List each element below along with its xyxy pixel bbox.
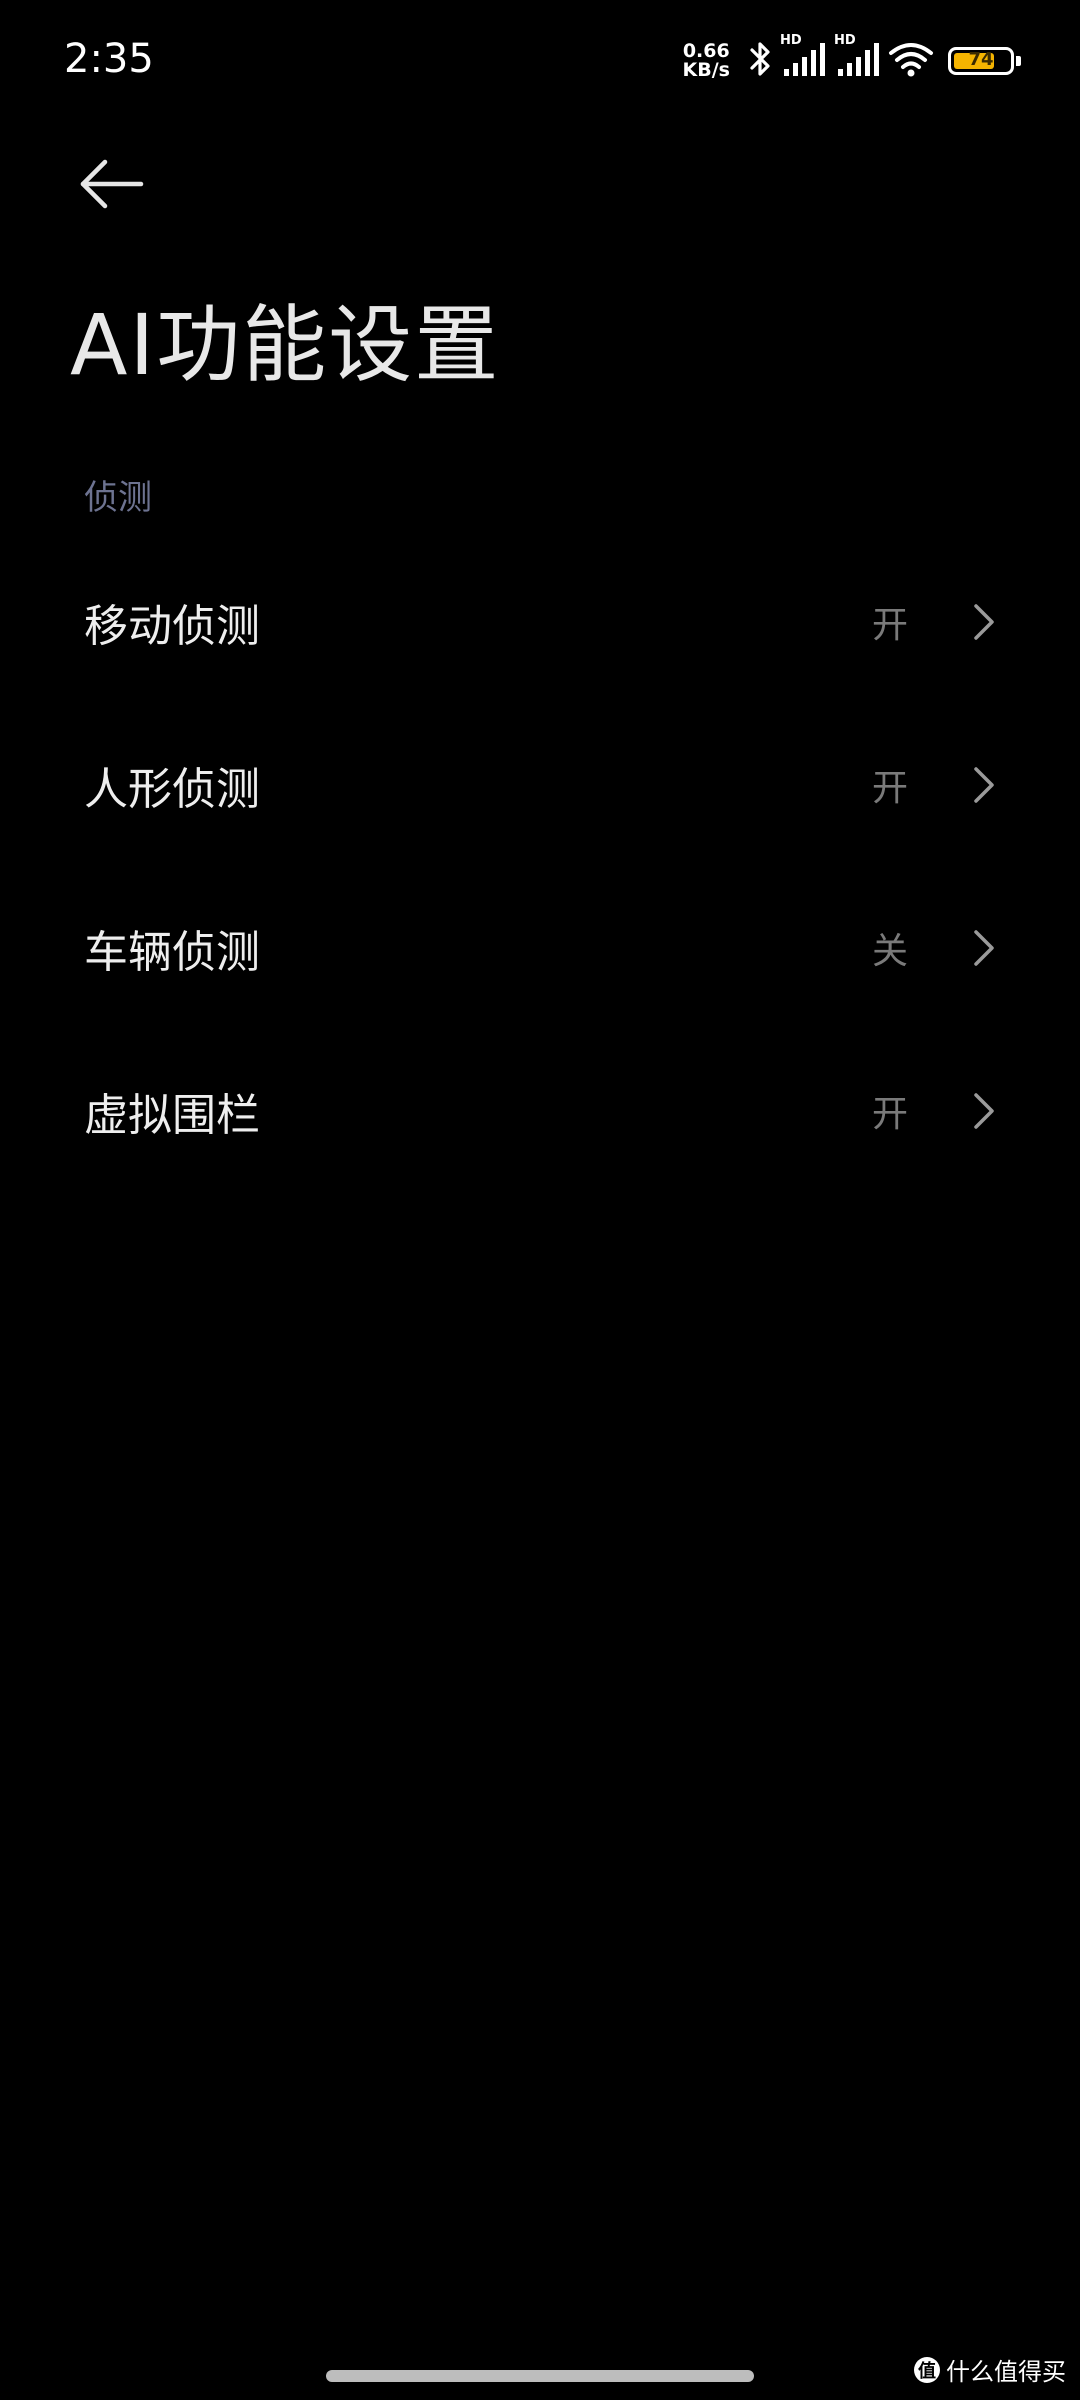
arrow-left-icon <box>80 159 144 209</box>
chevron-right-icon <box>974 929 994 966</box>
status-bar: 2:35 0.66 KB/s HD HD 74 <box>0 0 1080 130</box>
wifi-icon <box>888 39 934 83</box>
chevron-right-icon <box>974 603 994 640</box>
cellular-signal-icon: HD <box>834 33 882 83</box>
settings-list: 移动侦测 开 人形侦测 开 车辆侦测 关 虚拟围栏 开 <box>0 540 1080 1192</box>
setting-row-vehicle-detection[interactable]: 车辆侦测 关 <box>0 866 1080 1029</box>
chevron-right-icon <box>974 1092 994 1129</box>
setting-row-human-detection[interactable]: 人形侦测 开 <box>0 703 1080 866</box>
watermark-text: 什么值得买 <box>946 2358 1066 2386</box>
status-icons: 0.66 KB/s HD HD 74 <box>683 33 1021 86</box>
setting-label: 人形侦测 <box>84 763 260 815</box>
cellular-signal-icon: HD <box>780 33 828 83</box>
setting-label: 虚拟围栏 <box>84 1089 260 1141</box>
network-speed: 0.66 KB/s <box>683 42 730 80</box>
watermark-badge: 值 <box>914 2356 940 2383</box>
setting-label: 车辆侦测 <box>84 926 260 978</box>
back-button[interactable] <box>70 148 154 220</box>
setting-row-motion-detection[interactable]: 移动侦测 开 <box>0 540 1080 703</box>
bluetooth-icon <box>748 39 774 83</box>
battery-cap <box>1016 56 1021 66</box>
home-indicator[interactable] <box>326 2370 754 2382</box>
setting-row-virtual-fence[interactable]: 虚拟围栏 开 <box>0 1029 1080 1192</box>
setting-value: 开 <box>871 604 908 646</box>
battery-icon: 74 <box>948 47 1021 75</box>
chevron-right-icon <box>974 766 994 803</box>
battery-level: 74 <box>968 49 994 70</box>
setting-value: 开 <box>871 1093 908 1135</box>
signal-hd-label: HD <box>834 33 856 48</box>
setting-label: 移动侦测 <box>84 600 260 652</box>
status-time: 2:35 <box>64 36 154 82</box>
signal-hd-label: HD <box>780 33 802 48</box>
network-speed-unit: KB/s <box>682 59 730 81</box>
section-header: 侦测 <box>84 478 152 518</box>
watermark: 值 什么值得买 <box>914 2352 1066 2387</box>
page-title: AI功能设置 <box>70 296 501 394</box>
setting-value: 开 <box>871 767 908 809</box>
setting-value: 关 <box>871 930 908 972</box>
